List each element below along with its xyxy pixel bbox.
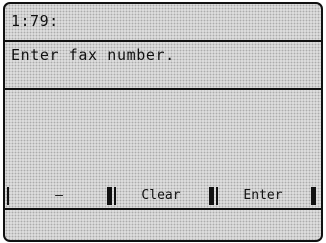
softkey-divider xyxy=(209,187,214,205)
softkey-divider xyxy=(216,187,218,205)
softkey-divider xyxy=(114,187,116,205)
softkey-enter-button[interactable]: Enter xyxy=(219,185,307,207)
softkey-clear-button[interactable]: Clear xyxy=(117,185,205,207)
fax-display-panel: 1:79: Enter fax number. – Clear Enter xyxy=(3,2,323,242)
softkey-divider xyxy=(7,187,9,205)
softkey-divider xyxy=(311,187,316,205)
softkey-divider xyxy=(107,187,112,205)
footer-blank-area xyxy=(5,210,321,240)
prompt-text: Enter fax number. xyxy=(11,46,175,64)
softkey-bar: – Clear Enter xyxy=(5,185,321,207)
status-header: 1:79: xyxy=(11,12,59,30)
header-divider xyxy=(5,40,321,42)
softkey-dash-button[interactable]: – xyxy=(15,185,103,207)
fax-number-input[interactable] xyxy=(9,70,317,88)
input-underline xyxy=(5,88,321,90)
